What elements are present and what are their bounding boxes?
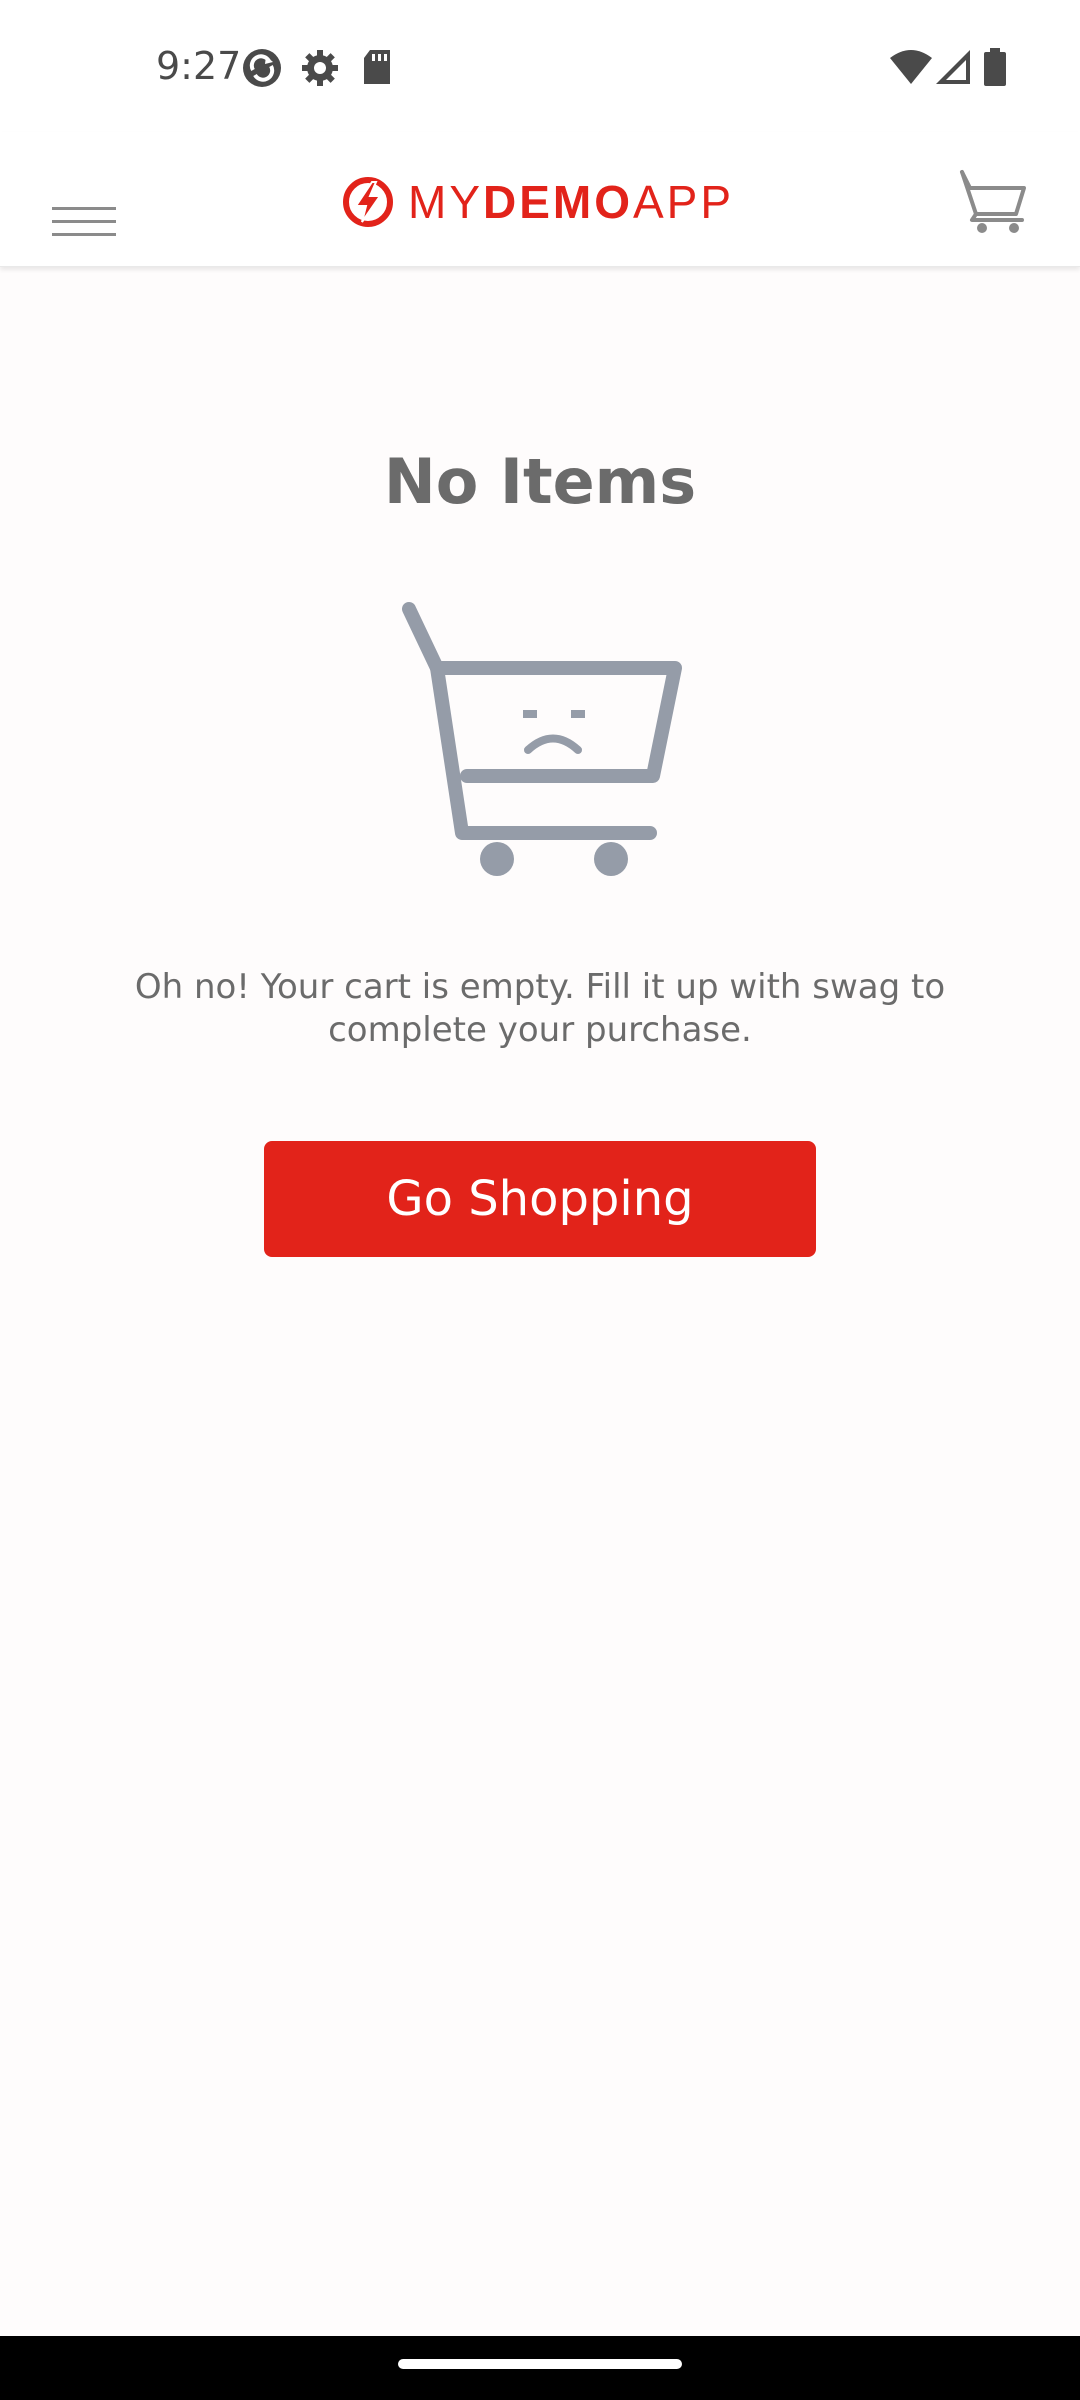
cart-icon — [960, 170, 1026, 233]
status-time: 9:27 — [156, 44, 242, 88]
cellular-signal-icon — [936, 50, 970, 84]
navigation-bar — [0, 2336, 1080, 2400]
cart-button[interactable] — [954, 166, 1034, 236]
logo-text-bold: DEMO — [483, 176, 633, 228]
logo-text-prefix: MY — [408, 176, 483, 228]
sync-icon — [243, 49, 281, 87]
app-logo: MYDEMOAPP — [342, 172, 734, 232]
screen: 9:27 MYDEMOAPP No Items Oh no! Your cart… — [0, 0, 1080, 2400]
sd-card-icon — [364, 50, 390, 84]
home-gesture-handle[interactable] — [398, 2359, 682, 2369]
status-bar: 9:27 — [0, 0, 1080, 132]
logo-text: MYDEMOAPP — [408, 175, 734, 229]
battery-icon — [984, 48, 1006, 86]
sad-cart-icon — [402, 602, 682, 876]
go-shopping-button[interactable]: Go Shopping — [264, 1141, 816, 1257]
logo-text-suffix: APP — [633, 176, 735, 228]
menu-button[interactable] — [40, 160, 130, 240]
empty-cart-message: Oh no! Your cart is empty. Fill it up wi… — [134, 967, 946, 1050]
lightning-logo-icon — [343, 177, 393, 227]
page-title: No Items — [383, 445, 697, 518]
hamburger-menu-icon — [52, 207, 116, 236]
wifi-icon — [890, 50, 932, 84]
settings-gear-icon — [302, 50, 338, 86]
app-header: MYDEMOAPP — [0, 132, 1080, 267]
